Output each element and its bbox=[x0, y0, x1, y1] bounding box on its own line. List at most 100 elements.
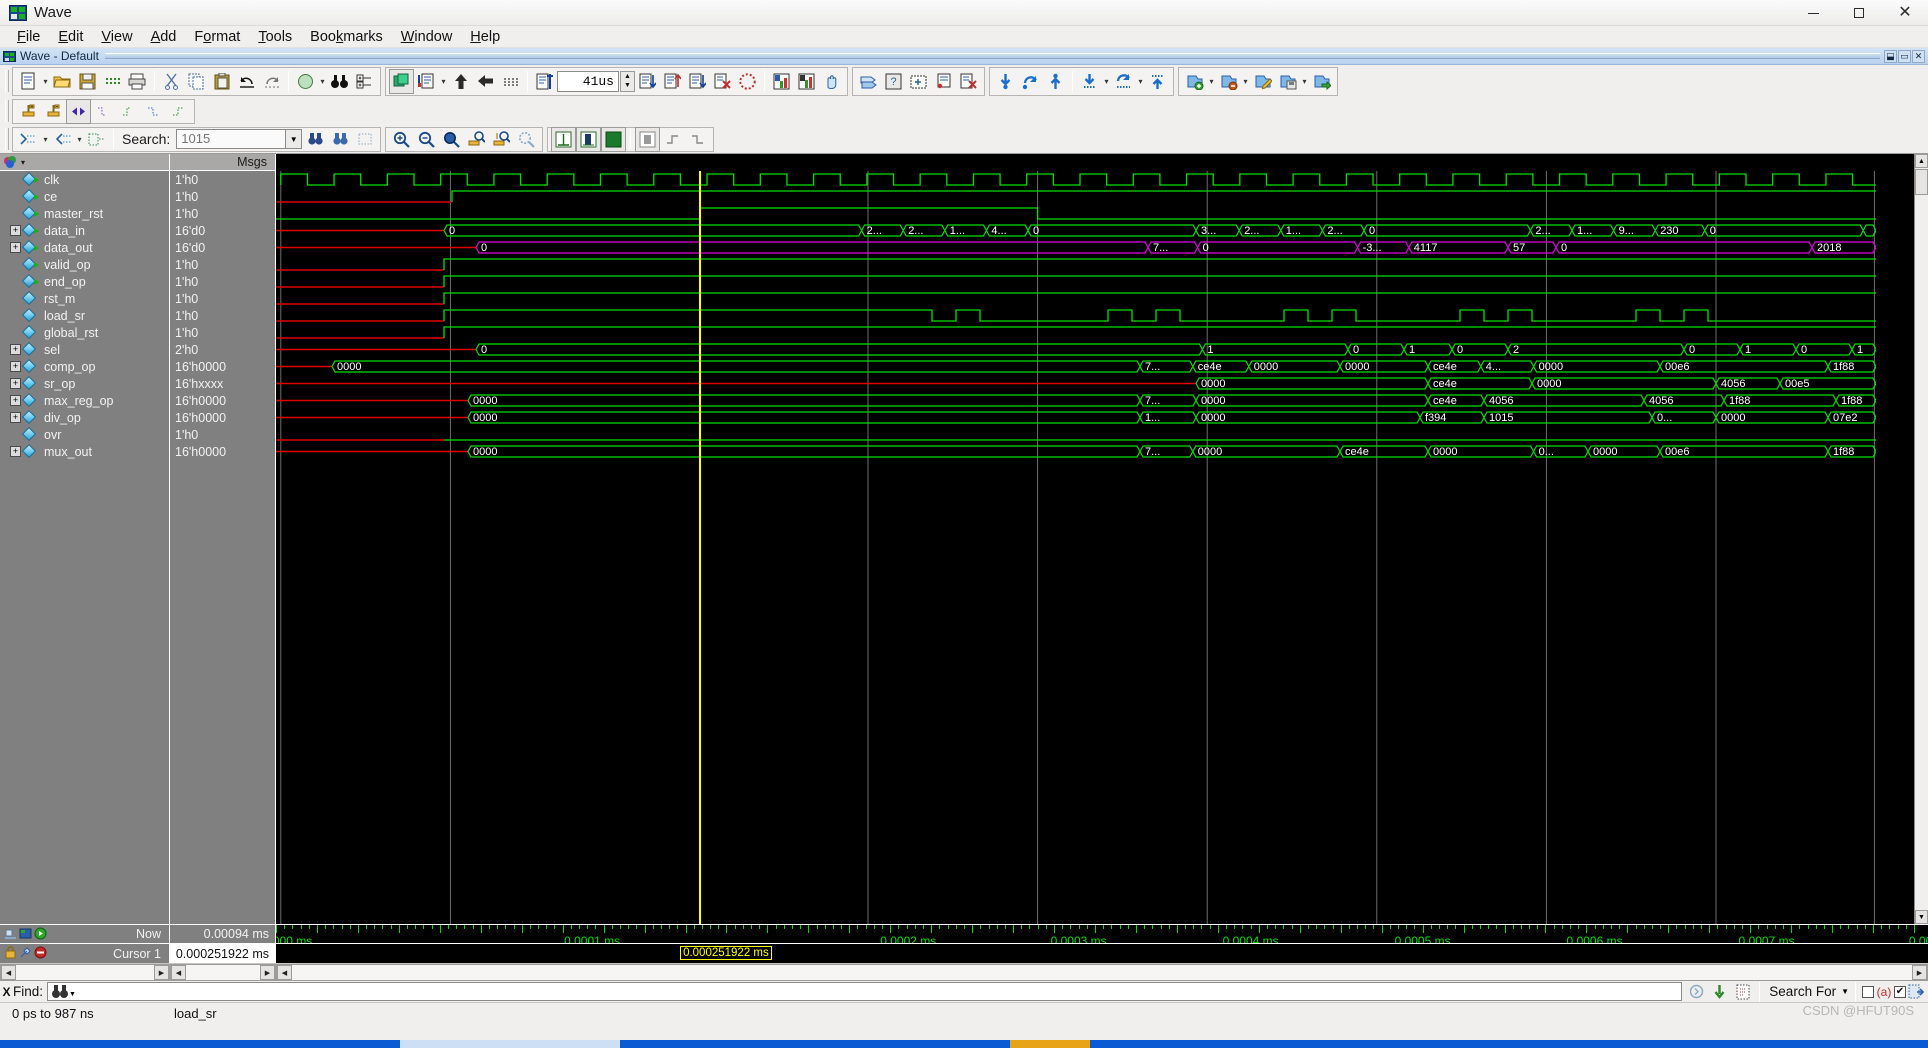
zoom-range-icon[interactable] bbox=[489, 127, 514, 152]
search-prev-icon[interactable] bbox=[302, 127, 327, 152]
signal-row[interactable]: valid_op bbox=[0, 256, 169, 273]
hscroll-right-icon[interactable]: ▶ bbox=[260, 965, 275, 980]
undock-pane-icon[interactable]: ⬓ bbox=[1884, 49, 1897, 63]
menu-add[interactable]: Add bbox=[142, 27, 186, 47]
find-falling-edge-icon[interactable] bbox=[141, 99, 166, 124]
waveform-canvas[interactable]: 0 2... 2... 1... 4... 0 3... 2... 1... 2... 0 2... 1… bbox=[276, 171, 1914, 924]
signal-row[interactable]: ce bbox=[0, 188, 169, 205]
search-next-icon[interactable] bbox=[327, 127, 352, 152]
zoom-out-icon[interactable] bbox=[414, 127, 439, 152]
expand-signals-icon[interactable] bbox=[16, 127, 41, 152]
hscroll-track[interactable] bbox=[292, 965, 1912, 980]
stop-icon[interactable] bbox=[735, 69, 760, 94]
menu-view[interactable]: View bbox=[92, 27, 141, 47]
find-binoculars-icon[interactable] bbox=[51, 984, 69, 999]
delete-cursor-icon[interactable] bbox=[34, 946, 47, 959]
goto-up-edge-icon[interactable] bbox=[1145, 69, 1170, 94]
toolbar-grip[interactable] bbox=[5, 100, 9, 122]
run-now-icon[interactable] bbox=[34, 927, 47, 940]
save-bookmark-icon[interactable] bbox=[1275, 69, 1300, 94]
menu-file[interactable]: File bbox=[8, 27, 49, 47]
find-input[interactable]: ▼ bbox=[47, 982, 1683, 1001]
minimize-button[interactable] bbox=[1790, 0, 1836, 26]
wave-radix-gray-icon[interactable] bbox=[635, 126, 661, 152]
goto-prev-edge-icon[interactable] bbox=[1077, 69, 1102, 94]
find-prev-transition-icon[interactable] bbox=[91, 99, 116, 124]
hand-pan-icon[interactable] bbox=[819, 69, 844, 94]
menu-edit[interactable]: Edit bbox=[49, 27, 92, 47]
cut-icon[interactable] bbox=[159, 69, 184, 94]
remove-bookmark-dropdown-icon[interactable]: ▾ bbox=[1241, 71, 1250, 91]
restart-sim-icon[interactable] bbox=[389, 68, 414, 94]
wave-format-solid-icon[interactable] bbox=[601, 126, 627, 152]
signal-row[interactable]: + sel bbox=[0, 341, 169, 358]
new-file-dropdown-icon[interactable]: ▾ bbox=[41, 71, 50, 91]
expand-icon[interactable]: + bbox=[10, 361, 21, 372]
add-marker-icon[interactable] bbox=[906, 69, 931, 94]
signal-row[interactable]: + sr_op bbox=[0, 375, 169, 392]
print-icon[interactable] bbox=[125, 69, 150, 94]
delete-cursor-icon[interactable] bbox=[41, 99, 66, 124]
case-sensitive-checkbox[interactable] bbox=[1862, 985, 1874, 998]
signal-row[interactable]: end_op bbox=[0, 273, 169, 290]
lock-icon[interactable] bbox=[4, 946, 17, 959]
goto-bookmark-icon[interactable] bbox=[1309, 69, 1334, 94]
undo-icon[interactable] bbox=[234, 69, 259, 94]
run-length-stepper[interactable]: ▲ ▼ bbox=[620, 70, 635, 92]
wave-profile-icon[interactable] bbox=[769, 69, 794, 94]
cursor-prev-icon[interactable] bbox=[66, 98, 91, 124]
memory-profile-icon[interactable] bbox=[794, 69, 819, 94]
run-dropdown-icon[interactable]: ▾ bbox=[439, 71, 448, 91]
toolbar-grip[interactable] bbox=[5, 128, 9, 150]
scroll-thumb[interactable] bbox=[1915, 169, 1928, 195]
report-icon[interactable] bbox=[931, 69, 956, 94]
run-all-icon[interactable] bbox=[685, 69, 710, 94]
zoom-last-icon[interactable] bbox=[514, 127, 539, 152]
signal-row[interactable]: rst_m bbox=[0, 290, 169, 307]
step-over-icon[interactable] bbox=[498, 69, 523, 94]
wrap-search-icon[interactable] bbox=[1908, 984, 1924, 999]
value-hscrollbar[interactable]: ◀ ▶ bbox=[170, 964, 276, 981]
search-dropdown-icon[interactable]: ▼ bbox=[286, 129, 303, 149]
waveform-pane[interactable]: 0 2... 2... 1... 4... 0 3... 2... 1... 2... 0 2... 1… bbox=[276, 154, 1928, 924]
menu-format[interactable]: Format bbox=[185, 27, 249, 47]
signal-header-dropdown-icon[interactable]: ▾ bbox=[21, 158, 25, 167]
break-icon[interactable] bbox=[710, 69, 735, 94]
search-all-icon[interactable] bbox=[352, 127, 377, 152]
goto-up-transition-icon[interactable] bbox=[1043, 69, 1068, 94]
wrench-icon[interactable] bbox=[19, 946, 32, 959]
name-hscrollbar[interactable]: ◀ ▶ bbox=[0, 964, 170, 981]
wave-edge-right-icon[interactable] bbox=[685, 127, 710, 152]
signal-row[interactable]: + max_reg_op bbox=[0, 392, 169, 409]
run-length-icon[interactable] bbox=[532, 69, 557, 94]
goto-next-edge-icon[interactable] bbox=[1111, 69, 1136, 94]
taskbar-window-item[interactable] bbox=[400, 1040, 620, 1048]
find-options-icon[interactable] bbox=[1686, 982, 1707, 1001]
new-file-icon[interactable] bbox=[16, 69, 41, 94]
copy-icon[interactable] bbox=[184, 69, 209, 94]
search-for-dropdown-icon[interactable]: ▼ bbox=[1841, 987, 1849, 996]
signal-row[interactable]: master_rst bbox=[0, 205, 169, 222]
group-signals-icon[interactable] bbox=[84, 127, 109, 152]
help-wave-icon[interactable]: ? bbox=[881, 69, 906, 94]
menu-tools[interactable]: Tools bbox=[249, 27, 301, 47]
scroll-up-icon[interactable]: ▲ bbox=[1915, 154, 1928, 168]
edit-bookmark-icon[interactable] bbox=[1250, 69, 1275, 94]
run-icon[interactable] bbox=[635, 69, 660, 94]
time-ruler[interactable]: 0.0000 ms 0.0001 ms 0.0002 ms 0.0003 ms 0.00… bbox=[276, 925, 1928, 943]
expand-collapse-icon[interactable] bbox=[352, 69, 377, 94]
signal-row[interactable]: global_rst bbox=[0, 324, 169, 341]
add-bookmark-dropdown-icon[interactable]: ▾ bbox=[1207, 71, 1216, 91]
expand-icon[interactable]: + bbox=[10, 242, 21, 253]
hscroll-track[interactable] bbox=[16, 965, 154, 980]
delete-compare-icon[interactable] bbox=[956, 69, 981, 94]
hscroll-right-icon[interactable]: ▶ bbox=[154, 965, 169, 980]
next-edge-dropdown-icon[interactable]: ▾ bbox=[1136, 71, 1145, 91]
prev-edge-dropdown-icon[interactable]: ▾ bbox=[1102, 71, 1111, 91]
collapse-dropdown-icon[interactable]: ▾ bbox=[75, 129, 84, 149]
goto-next-transition-icon[interactable] bbox=[1018, 69, 1043, 94]
expand-icon[interactable]: + bbox=[10, 344, 21, 355]
open-folder-icon[interactable] bbox=[50, 69, 75, 94]
hscroll-left-icon[interactable]: ◀ bbox=[1, 965, 16, 980]
maximize-button[interactable] bbox=[1836, 0, 1882, 26]
